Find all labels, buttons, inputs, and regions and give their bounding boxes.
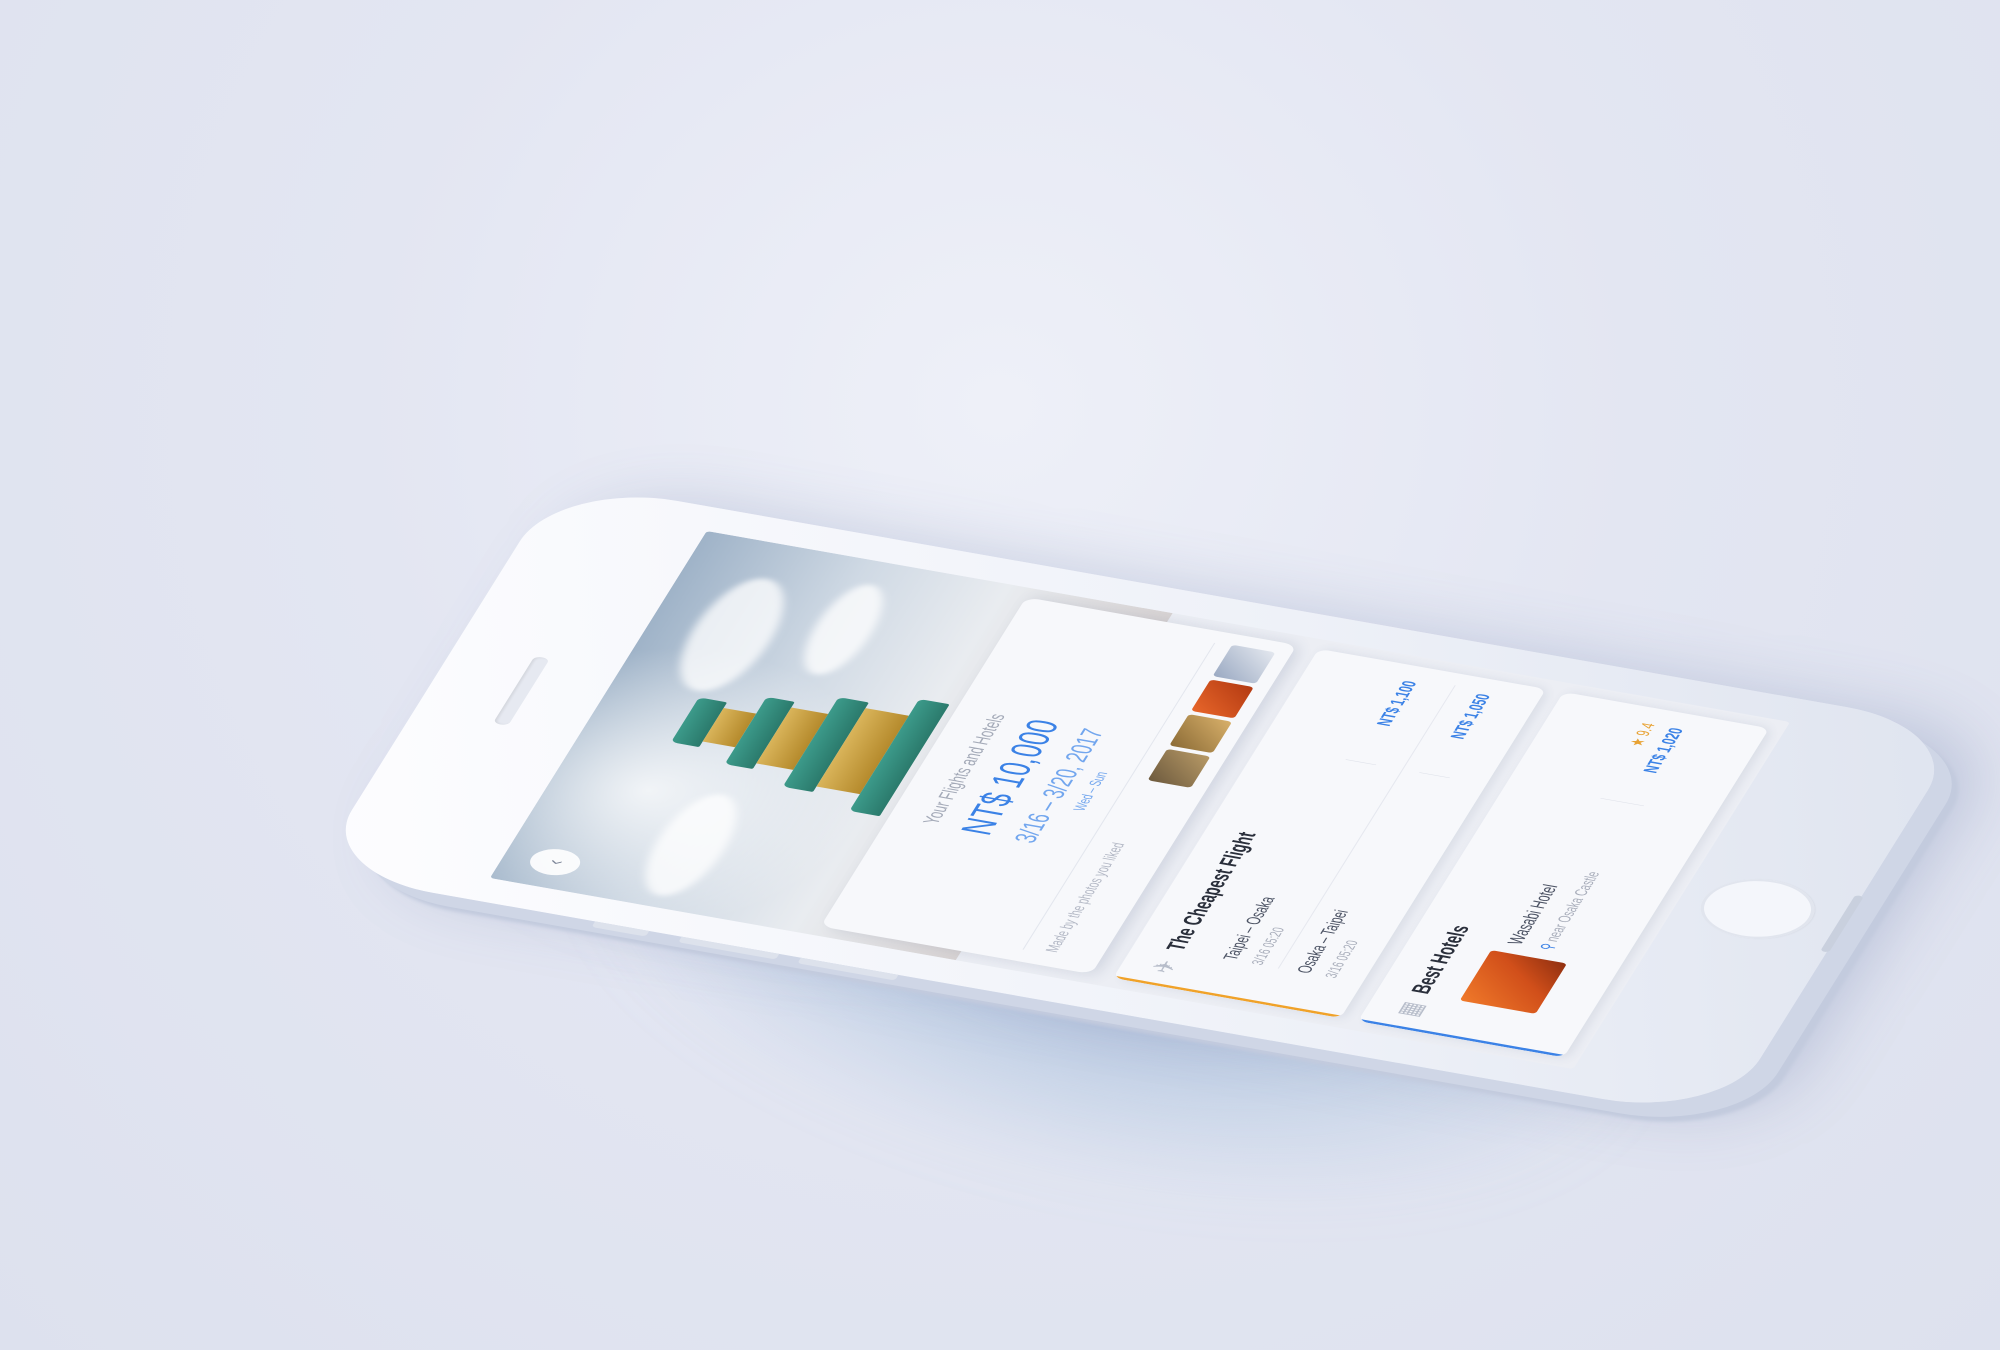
airplane-icon: ✈ (1144, 957, 1185, 976)
back-button[interactable]: ‹ (523, 845, 587, 879)
hotel-accent-bar (1357, 1018, 1566, 1058)
chevron-left-icon: ‹ (539, 857, 570, 867)
photo-thumbnail[interactable] (1212, 644, 1276, 684)
flight-accent-bar (1113, 975, 1342, 1019)
home-button[interactable] (1685, 871, 1830, 947)
hotel-card-title: Best Hotels (1405, 923, 1475, 996)
flight-price[interactable]: NT$ 1,100 (1373, 679, 1422, 727)
hotel-location-text: near Osaka Castle (1542, 870, 1604, 944)
hotel-thumbnail[interactable] (1459, 950, 1568, 1014)
photo-thumbnail[interactable] (1169, 714, 1233, 754)
charging-port (1820, 895, 1864, 953)
earpiece-speaker (492, 656, 550, 726)
scene: ‹ Your Flights and Hotels NT$ 10,000 3/1… (0, 0, 2000, 1350)
flight-price[interactable]: NT$ 1,050 (1446, 692, 1495, 740)
photo-thumbnail[interactable] (1147, 748, 1211, 788)
location-pin-icon: ⚲ (1536, 942, 1560, 952)
price-separator (1419, 772, 1450, 779)
photo-thumbnail[interactable] (1190, 679, 1254, 719)
price-separator (1345, 759, 1377, 766)
price-separator (1600, 797, 1645, 807)
building-icon: ▦ (1389, 999, 1431, 1019)
